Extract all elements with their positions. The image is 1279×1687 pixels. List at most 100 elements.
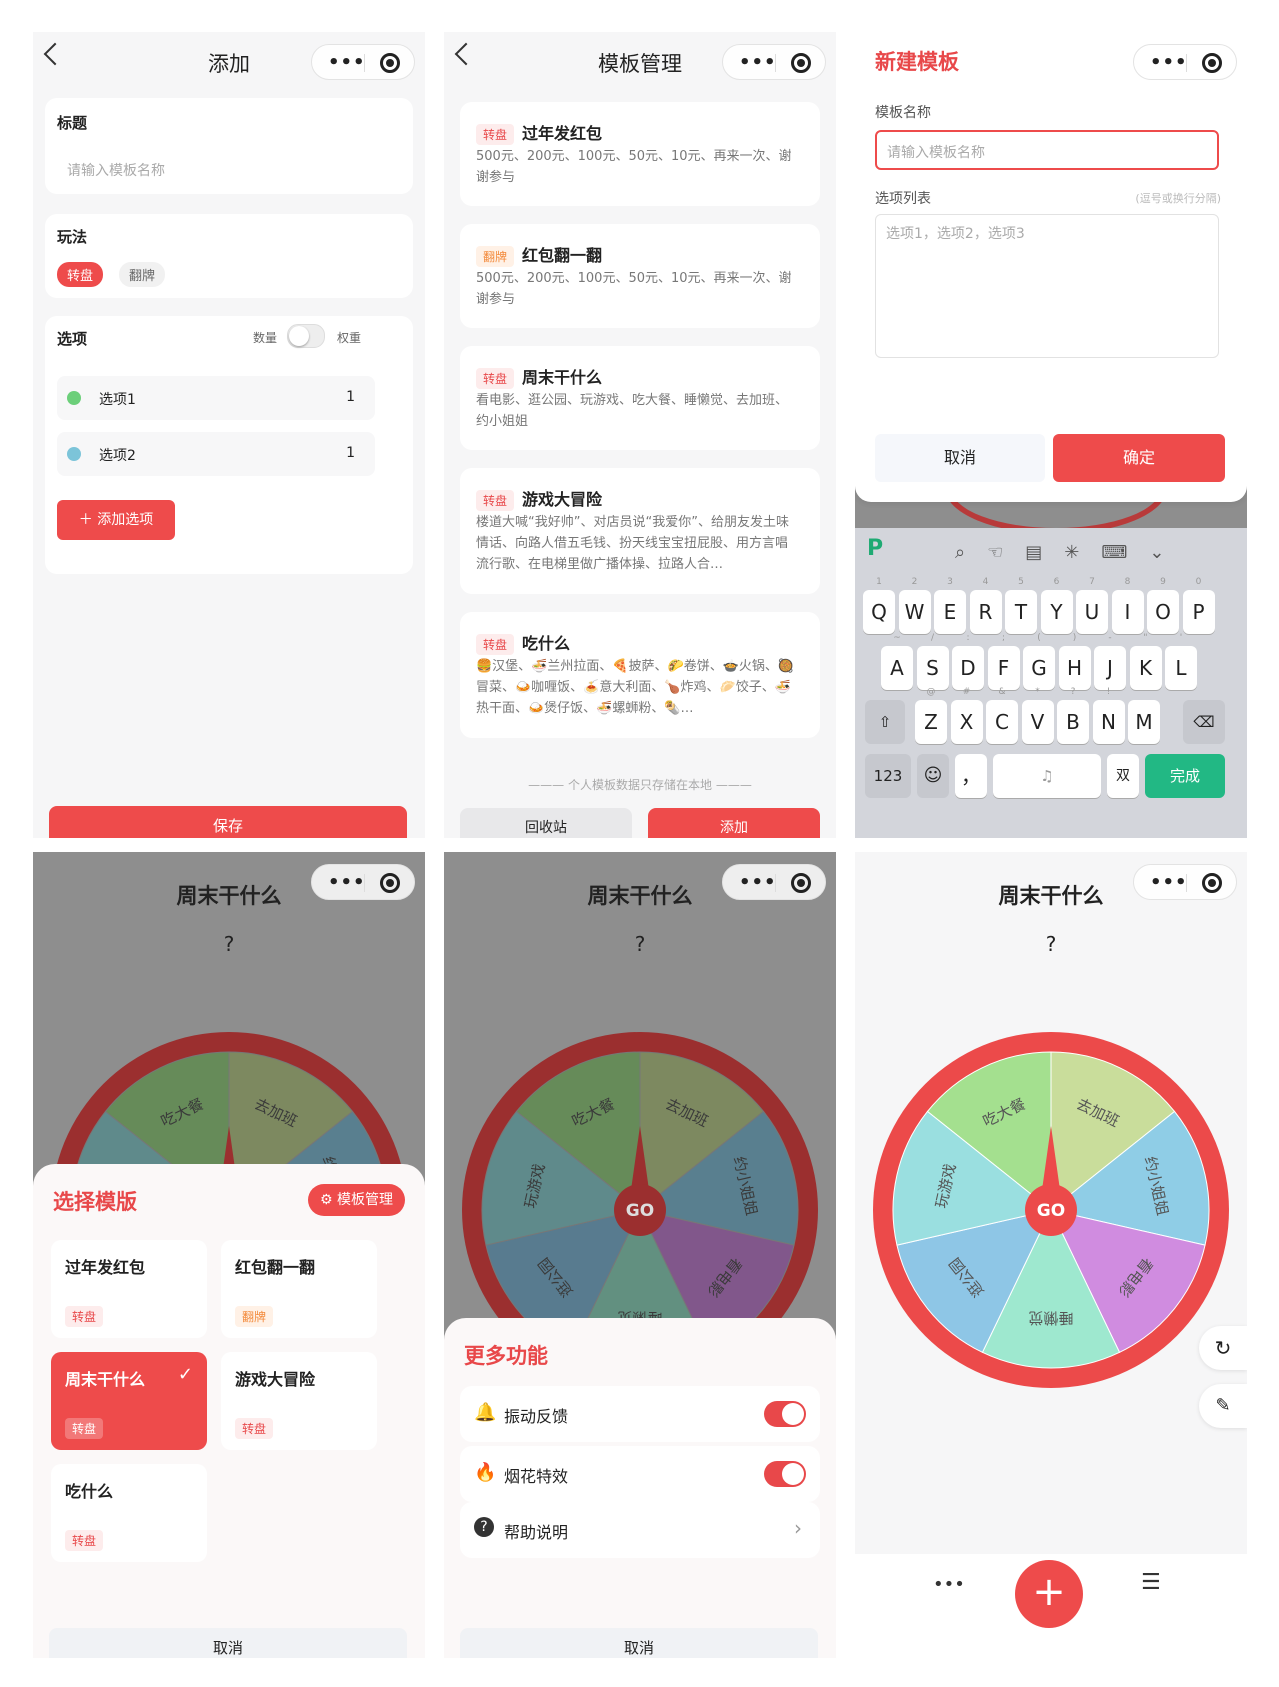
key-c[interactable]: C &: [986, 687, 1018, 744]
cancel-button[interactable]: 取消: [49, 1628, 407, 1658]
key-h[interactable]: H): [1058, 633, 1091, 690]
add-option-button[interactable]: ＋ 添加选项: [57, 500, 175, 540]
key-a[interactable]: A ~: [881, 633, 913, 690]
close-target-icon[interactable]: [1202, 873, 1222, 893]
key-p[interactable]: P0: [1182, 577, 1215, 634]
template-manage-button[interactable]: ⚙ 模板管理: [307, 1184, 405, 1216]
edit-icon[interactable]: ✎: [1199, 1384, 1247, 1428]
key-w[interactable]: W2: [898, 577, 931, 634]
key-x[interactable]: X #: [950, 687, 983, 744]
shift-key[interactable]: ⇧: [865, 700, 905, 744]
language-key[interactable]: 双: [1107, 754, 1139, 798]
template-option[interactable]: 周末干什么 转盘 ✓: [51, 1352, 207, 1450]
template-option[interactable]: 吃什么 转盘: [51, 1464, 207, 1562]
key-n[interactable]: N!: [1092, 687, 1125, 744]
space-key[interactable]: ♫: [993, 754, 1101, 798]
template-card[interactable]: 转盘 吃什么 🍔汉堡、🍜兰州拉面、🍕披萨、🌮卷饼、🍲火锅、🥘冒菜、🍛咖喱饭、🍝意大…: [460, 612, 820, 738]
new-template-dialog: 新建模板 ••• 模板名称 请输入模板名称 选项列表 (逗号或换行分隔) 选项1…: [855, 32, 1247, 502]
option-color-dot[interactable]: [67, 391, 81, 405]
option-row[interactable]: 选项1 1: [57, 376, 375, 420]
close-target-icon[interactable]: [380, 53, 400, 73]
key-z[interactable]: Z @: [915, 687, 947, 744]
template-option[interactable]: 过年发红包 转盘: [51, 1240, 207, 1338]
more-icon[interactable]: •••: [1150, 872, 1188, 893]
template-option-tag: 转盘: [65, 1418, 104, 1439]
key-o[interactable]: O9: [1147, 577, 1179, 634]
key-q[interactable]: Q1: [863, 577, 895, 634]
key-v[interactable]: V *: [1021, 687, 1054, 744]
backspace-key[interactable]: ⌫: [1183, 700, 1225, 744]
key-f[interactable]: F;: [987, 633, 1020, 690]
key-sub-label: ?: [1070, 687, 1076, 697]
key-m[interactable]: M: [1128, 700, 1160, 744]
option-row[interactable]: 选项2 1: [57, 432, 375, 476]
save-button[interactable]: 保存: [49, 806, 407, 838]
mode-wheel-button[interactable]: 转盘: [57, 262, 104, 287]
ime-logo-icon[interactable]: P: [867, 536, 899, 568]
key-y[interactable]: Y6: [1040, 577, 1073, 634]
key-sub-label: 1: [876, 577, 882, 587]
close-target-icon[interactable]: [380, 873, 400, 893]
option-value[interactable]: 1: [346, 445, 355, 461]
close-target-icon[interactable]: [1202, 53, 1222, 73]
cancel-button[interactable]: 取消: [875, 434, 1045, 482]
key-r[interactable]: R4: [969, 577, 1002, 634]
more-icon[interactable]: •••: [739, 52, 777, 73]
help-row[interactable]: ? 帮助说明 ›: [460, 1502, 820, 1558]
key-t[interactable]: T5: [1005, 577, 1037, 634]
vibration-toggle[interactable]: [764, 1401, 806, 1427]
recycle-bin-button[interactable]: 回收站: [460, 808, 632, 838]
key-u[interactable]: U7: [1076, 577, 1108, 634]
key-l[interactable]: L ': [1165, 633, 1197, 690]
key-k[interactable]: K ": [1129, 633, 1162, 690]
spin-wheel[interactable]: 吃大餐去加班约小姐姐看电影睡懒觉逛公园玩游戏GO: [855, 1014, 1247, 1406]
option-name[interactable]: 选项2: [99, 445, 136, 465]
confirm-button[interactable]: 确定: [1053, 434, 1225, 482]
more-icon[interactable]: •••: [328, 872, 366, 893]
option-name[interactable]: 选项1: [99, 389, 136, 409]
key-d[interactable]: D:: [952, 633, 984, 690]
mode-flip-button[interactable]: 翻牌: [119, 262, 166, 287]
key-j[interactable]: J-: [1094, 633, 1126, 690]
template-name: 周末干什么: [522, 368, 603, 387]
keyboard-toolbar[interactable]: ⌕☜▤✳⌨⌄: [955, 542, 1186, 563]
template-card[interactable]: 翻牌 红包翻一翻 500元、200元、100元、50元、10元、再来一次、谢谢参与: [460, 224, 820, 328]
title-input[interactable]: 请输入模板名称: [67, 160, 165, 180]
key-e[interactable]: E3: [934, 577, 966, 634]
count-weight-toggle[interactable]: [287, 324, 325, 348]
plus-icon: ＋: [78, 512, 98, 528]
add-template-button[interactable]: 添加: [648, 808, 820, 838]
comma-key[interactable]: ，: [955, 754, 987, 798]
key-b[interactable]: B?: [1057, 687, 1089, 744]
key-g[interactable]: G(: [1023, 633, 1055, 690]
template-card[interactable]: 转盘 过年发红包 500元、200元、100元、50元、10元、再来一次、谢谢参与: [460, 102, 820, 206]
fireworks-toggle[interactable]: [764, 1461, 806, 1487]
more-dots-icon[interactable]: •••: [933, 1574, 965, 1595]
done-key[interactable]: 完成: [1145, 754, 1225, 798]
numbers-key[interactable]: 123: [865, 754, 911, 798]
emoji-key[interactable]: ☺: [917, 754, 949, 798]
microphone-icon: ♫: [1040, 767, 1054, 785]
key-sub-label: @: [926, 687, 936, 697]
close-target-icon[interactable]: [791, 53, 811, 73]
more-icon[interactable]: •••: [739, 872, 777, 893]
template-card[interactable]: 转盘 游戏大冒险 楼道大喊“我好帅”、对店员说“我爱你”、给朋友发土味情话、向路人…: [460, 468, 820, 594]
template-option[interactable]: 红包翻一翻 翻牌: [221, 1240, 377, 1338]
template-option[interactable]: 游戏大冒险 转盘: [221, 1352, 377, 1450]
key-i[interactable]: I8: [1111, 577, 1144, 634]
option-color-dot[interactable]: [67, 447, 81, 461]
template-name-input[interactable]: 请输入模板名称: [875, 130, 1219, 170]
more-icon[interactable]: •••: [1150, 52, 1188, 73]
option-value[interactable]: 1: [346, 389, 355, 405]
more-icon[interactable]: •••: [328, 52, 366, 73]
reset-icon[interactable]: ↻: [1199, 1326, 1247, 1370]
add-button[interactable]: +: [1015, 1560, 1083, 1628]
nav-bar: 模板管理 •••: [444, 32, 836, 92]
list-icon[interactable]: ☰: [1141, 1570, 1161, 1595]
close-target-icon[interactable]: [791, 873, 811, 893]
cancel-button[interactable]: 取消: [460, 1628, 818, 1658]
template-card[interactable]: 转盘 周末干什么 看电影、逛公园、玩游戏、吃大餐、睡懒觉、去加班、约小姐姐: [460, 346, 820, 450]
template-name: 过年发红包: [522, 124, 603, 143]
key-s[interactable]: S /: [916, 633, 949, 690]
option-list-textarea[interactable]: 选项1，选项2，选项3: [875, 214, 1219, 358]
